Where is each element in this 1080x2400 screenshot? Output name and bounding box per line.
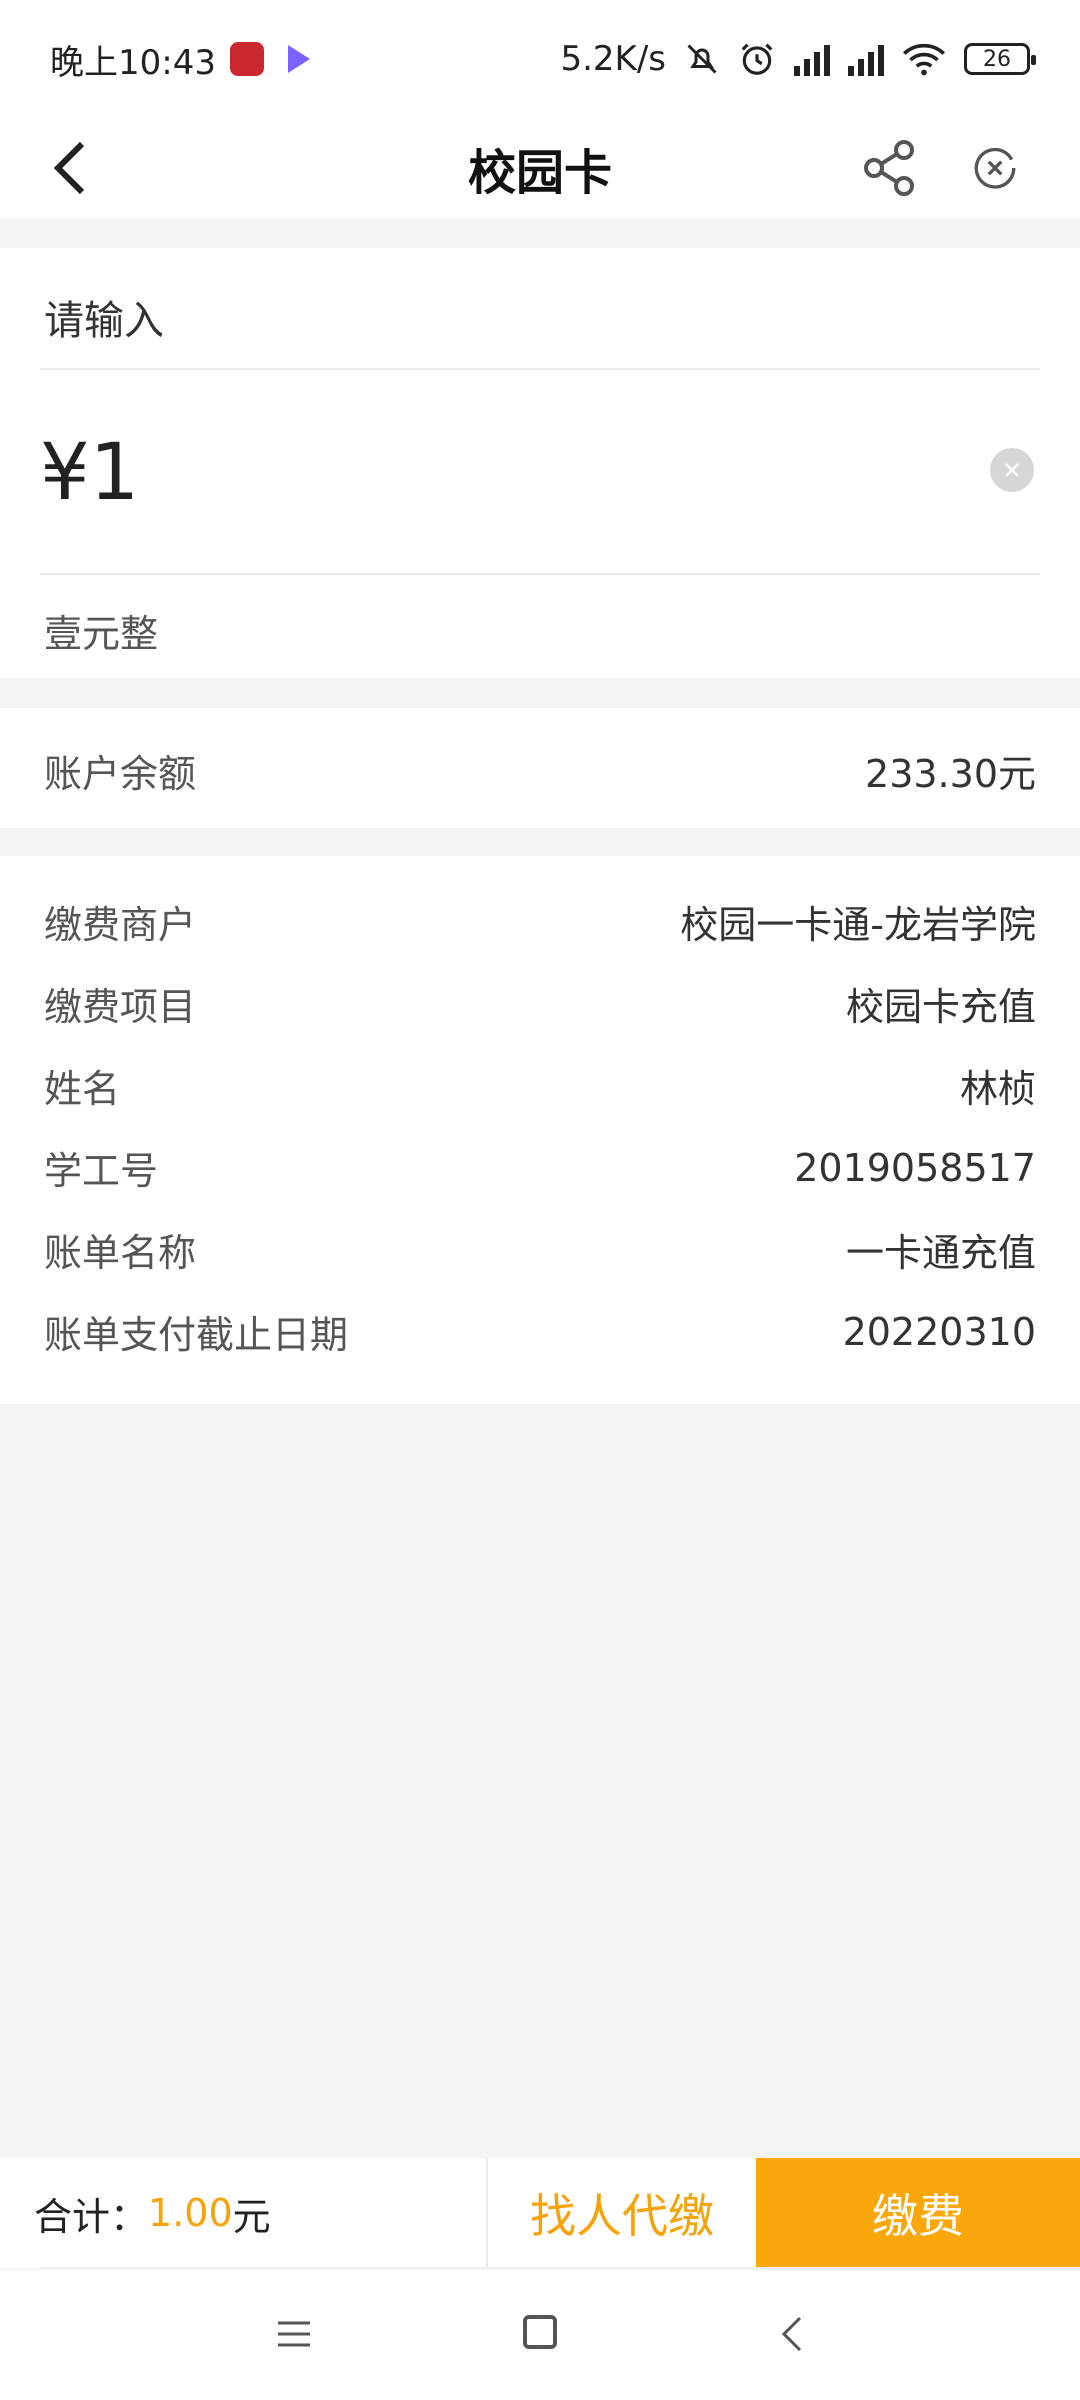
total-amount: 1.00 [148,2191,233,2235]
total-label: 合计： [34,2194,149,2239]
page-title: 校园卡 [467,145,612,201]
detail-value: 林桢 [959,1067,1036,1111]
detail-row-student-id: 学工号 2019058517 [44,1140,1036,1195]
amount-input[interactable]: ¥1 [40,428,139,518]
detail-row-name: 姓名 林桢 [44,1058,1036,1113]
back-arrow-icon [53,141,85,195]
detail-row-due-date: 账单支付截止日期 20220310 [44,1304,1036,1359]
clear-amount-button[interactable] [990,448,1034,492]
status-bar: 晚上10:43 5.2K/s 26 [0,0,1080,118]
detail-value: 一卡通充值 [845,1231,1036,1275]
battery-level: 26 [983,46,1011,72]
mute-bell-icon [687,44,717,74]
detail-label: 姓名 [44,1067,121,1111]
balance-card: 账户余额 233.30元 [0,708,1080,828]
balance-row: 账户余额 233.30元 [44,743,1036,798]
battery-icon: 26 [964,43,1036,75]
home-icon[interactable] [523,2315,557,2349]
details-card: 缴费商户 校园一卡通-龙岩学院 缴费项目 校园卡充值 姓名 林桢 学工号 201… [0,856,1080,1404]
detail-row-item: 缴费项目 校园卡充值 [44,976,1036,1031]
balance-value: 233.30元 [865,752,1036,796]
network-speed: 5.2K/s [560,39,666,79]
nav-back-icon[interactable] [776,2314,806,2354]
detail-value: 校园一卡通-龙岩学院 [680,903,1036,947]
detail-value: 2019058517 [794,1145,1036,1190]
video-app-icon [287,45,310,73]
detail-label: 缴费项目 [44,985,197,1029]
hd-signal-icon [848,42,884,76]
system-nav-bar [0,2270,1080,2400]
amount-input-label: 请输入 [44,298,164,344]
divider [40,2267,1080,2269]
balance-label: 账户余额 [44,752,197,796]
status-time: 晚上10:43 [50,42,216,83]
detail-row-bill-name: 账单名称 一卡通充值 [44,1222,1036,1277]
app-header: 校园卡 [0,118,1080,218]
detail-value: 20220310 [842,1309,1036,1354]
hd-signal-icon [794,42,830,76]
menu-icon[interactable] [276,2316,312,2352]
detail-label: 账单名称 [44,1231,197,1275]
detail-row-merchant: 缴费商户 校园一卡通-龙岩学院 [44,894,1036,949]
detail-label: 缴费商户 [44,903,197,947]
divider [40,573,1040,575]
pay-button[interactable]: 缴费 [756,2158,1080,2268]
total-summary: 合计： 1.00 元 [0,2158,488,2268]
detail-label: 账单支付截止日期 [44,1313,349,1357]
share-icon [864,140,914,196]
amount-card: 请输入 ¥1 壹元整 [0,248,1080,678]
close-button[interactable] [970,143,1020,193]
clear-icon [1005,463,1019,477]
amount-in-words: 壹元整 [44,612,159,656]
back-button[interactable] [40,138,100,198]
wifi-icon [902,43,946,76]
status-left: 晚上10:43 [50,35,310,84]
share-button[interactable] [860,138,920,198]
total-unit: 元 [232,2194,271,2239]
detail-value: 校园卡充值 [845,985,1036,1029]
detail-label: 学工号 [44,1149,159,1193]
divider [40,368,1040,370]
proxy-pay-button[interactable]: 找人代缴 [488,2158,756,2268]
app-badge-icon [229,42,264,76]
bottom-action-bar: 合计： 1.00 元 找人代缴 缴费 [0,2158,1080,2268]
status-right: 5.2K/s 26 [560,39,1036,79]
close-circle-icon [974,147,1016,189]
alarm-icon [741,43,773,75]
